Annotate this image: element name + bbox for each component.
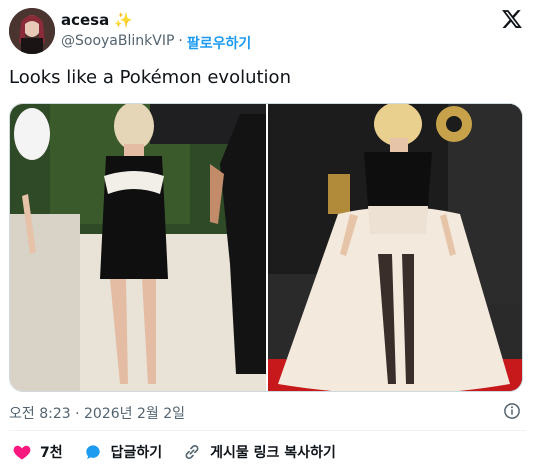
handle-separator: · [178, 33, 183, 49]
photo-left[interactable] [10, 104, 266, 391]
tweet-text: Looks like a Pokémon evolution [9, 67, 291, 88]
follow-button[interactable]: 팔로우하기 [187, 33, 251, 53]
copy-link-label: 게시물 링크 복사하기 [210, 445, 336, 461]
author-name[interactable]: acesa [61, 11, 109, 29]
photo-right-image [268, 104, 522, 391]
media-grid[interactable] [9, 103, 523, 392]
copy-link-button[interactable]: 게시물 링크 복사하기 [182, 442, 336, 462]
x-logo-icon[interactable] [501, 8, 523, 30]
sparkles-badge: ✨ [114, 10, 133, 29]
tweet-timestamp[interactable]: 오전 8:23 · 2026년 2월 2일 [9, 403, 185, 423]
photo-right[interactable] [268, 104, 522, 391]
reply-button[interactable]: 답글하기 [83, 442, 163, 462]
reply-label: 답글하기 [110, 445, 163, 461]
info-icon[interactable] [503, 402, 521, 420]
avatar[interactable] [9, 8, 55, 54]
like-button[interactable]: 7천 [12, 442, 63, 462]
like-count: 7천 [40, 445, 63, 461]
reply-bubble-icon [85, 445, 100, 460]
heart-icon [13, 445, 31, 460]
action-bar: 7천 답글하기 게시물 링크 복사하기 [12, 442, 356, 462]
divider [9, 430, 526, 431]
photo-left-image [10, 104, 266, 391]
avatar-image [9, 8, 55, 54]
author-handle[interactable]: @SooyaBlinkVIP [61, 33, 174, 53]
link-icon [185, 444, 199, 460]
